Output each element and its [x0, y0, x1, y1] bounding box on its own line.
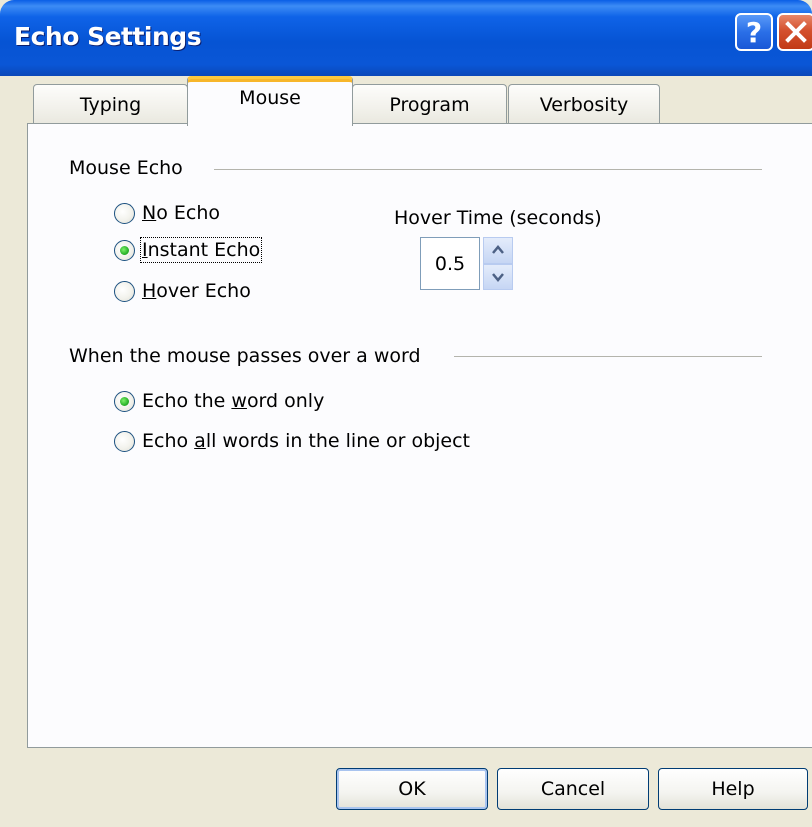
- radio-no-echo[interactable]: No Echo: [114, 202, 220, 224]
- radio-button[interactable]: [114, 280, 135, 302]
- spin-down-icon[interactable]: [483, 263, 513, 290]
- radio-label: Hover Echo: [142, 280, 251, 302]
- radio-button[interactable]: [114, 202, 135, 224]
- hover-time-spinner: [483, 237, 513, 290]
- mouse-echo-group-label: Mouse Echo: [69, 157, 189, 179]
- tab-typing[interactable]: Typing: [33, 84, 188, 124]
- tab-mouse[interactable]: Mouse: [187, 76, 353, 126]
- radio-button-checked[interactable]: [114, 239, 135, 261]
- tab-strip: Typing Mouse Program Verbosity: [0, 76, 812, 126]
- close-icon[interactable]: [777, 13, 812, 51]
- radio-hover-echo[interactable]: Hover Echo: [114, 280, 251, 302]
- radio-button-checked[interactable]: [114, 390, 135, 412]
- echo-settings-dialog: Echo Settings ? Typing Mouse Program Ver…: [0, 0, 812, 827]
- mouse-tab-panel: Mouse Echo No Echo Instant Echo Hover Ec…: [27, 123, 812, 748]
- radio-label: Instant Echo: [139, 237, 263, 263]
- word-group-line: [454, 356, 762, 357]
- title-bar[interactable]: Echo Settings ?: [0, 0, 812, 76]
- tab-program[interactable]: Program: [352, 84, 507, 124]
- word-group-label: When the mouse passes over a word: [69, 345, 427, 367]
- cancel-button[interactable]: Cancel: [497, 768, 649, 810]
- help-button[interactable]: Help: [658, 768, 808, 810]
- spin-up-icon[interactable]: [483, 237, 513, 264]
- hover-time-label: Hover Time (seconds): [394, 207, 602, 229]
- ok-button[interactable]: OK: [336, 768, 488, 810]
- help-icon[interactable]: ?: [735, 13, 773, 51]
- radio-label: Echo all words in the line or object: [142, 430, 471, 452]
- help-glyph: ?: [745, 15, 763, 49]
- radio-instant-echo[interactable]: Instant Echo: [114, 237, 263, 263]
- radio-label: No Echo: [142, 202, 221, 224]
- radio-label: Echo the word only: [142, 390, 325, 412]
- radio-echo-word-only[interactable]: Echo the word only: [114, 390, 324, 412]
- hover-time-input[interactable]: 0.5: [420, 237, 480, 290]
- radio-button[interactable]: [114, 430, 135, 452]
- radio-echo-all-words[interactable]: Echo all words in the line or object: [114, 430, 470, 452]
- tab-verbosity[interactable]: Verbosity: [508, 84, 660, 124]
- mouse-echo-group-line: [214, 169, 762, 170]
- window-title: Echo Settings: [14, 22, 202, 51]
